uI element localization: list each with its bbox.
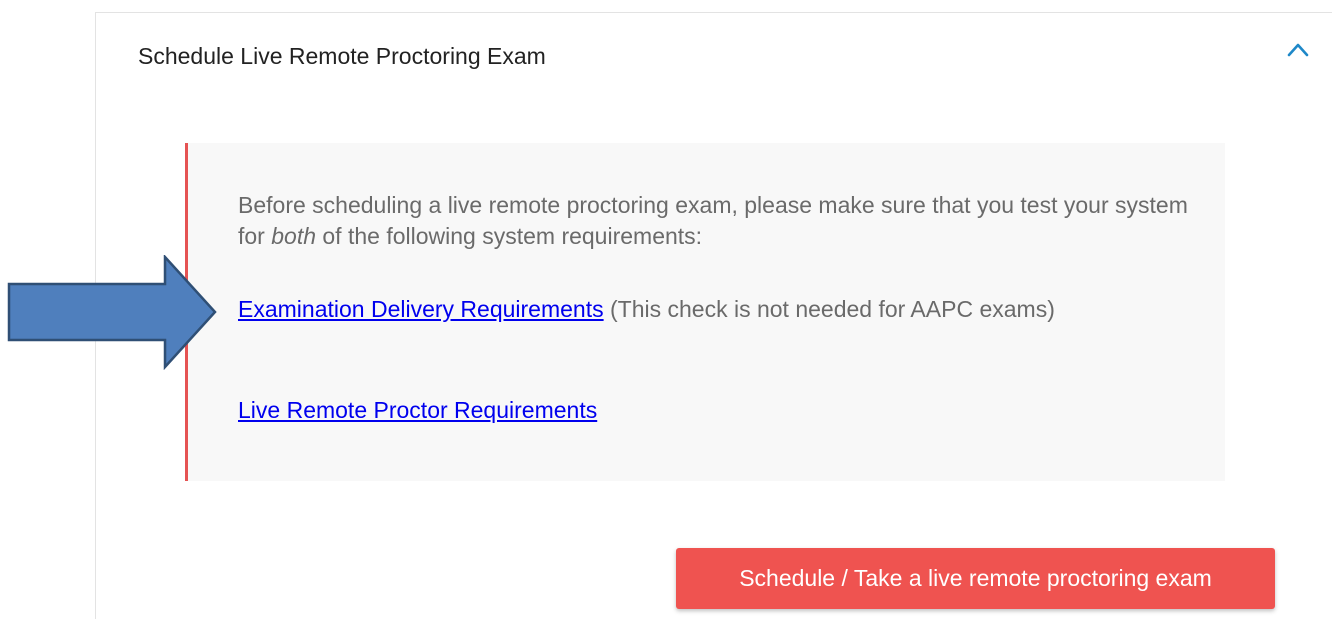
requirement-item-exam-delivery: Examination Delivery Requirements (This … [238, 294, 1198, 325]
examination-delivery-requirements-link[interactable]: Examination Delivery Requirements [238, 296, 604, 322]
chevron-up-icon[interactable] [1278, 29, 1318, 69]
notice-intro-after: of the following system requirements: [316, 223, 703, 249]
requirement-item-live-remote-proctor: Live Remote Proctor Requirements [238, 395, 1198, 426]
requirements-notice: Before scheduling a live remote proctori… [185, 143, 1225, 481]
panel-title: Schedule Live Remote Proctoring Exam [138, 43, 546, 69]
notice-intro-emphasis: both [271, 223, 316, 249]
arrow-right-icon [0, 253, 220, 371]
schedule-panel: Schedule Live Remote Proctoring Exam Bef… [95, 12, 1332, 619]
notice-intro-text: Before scheduling a live remote proctori… [238, 190, 1198, 252]
schedule-exam-button[interactable]: Schedule / Take a live remote proctoring… [676, 548, 1275, 609]
requirement-1-note: (This check is not needed for AAPC exams… [603, 296, 1055, 322]
live-remote-proctor-requirements-link[interactable]: Live Remote Proctor Requirements [238, 397, 597, 423]
